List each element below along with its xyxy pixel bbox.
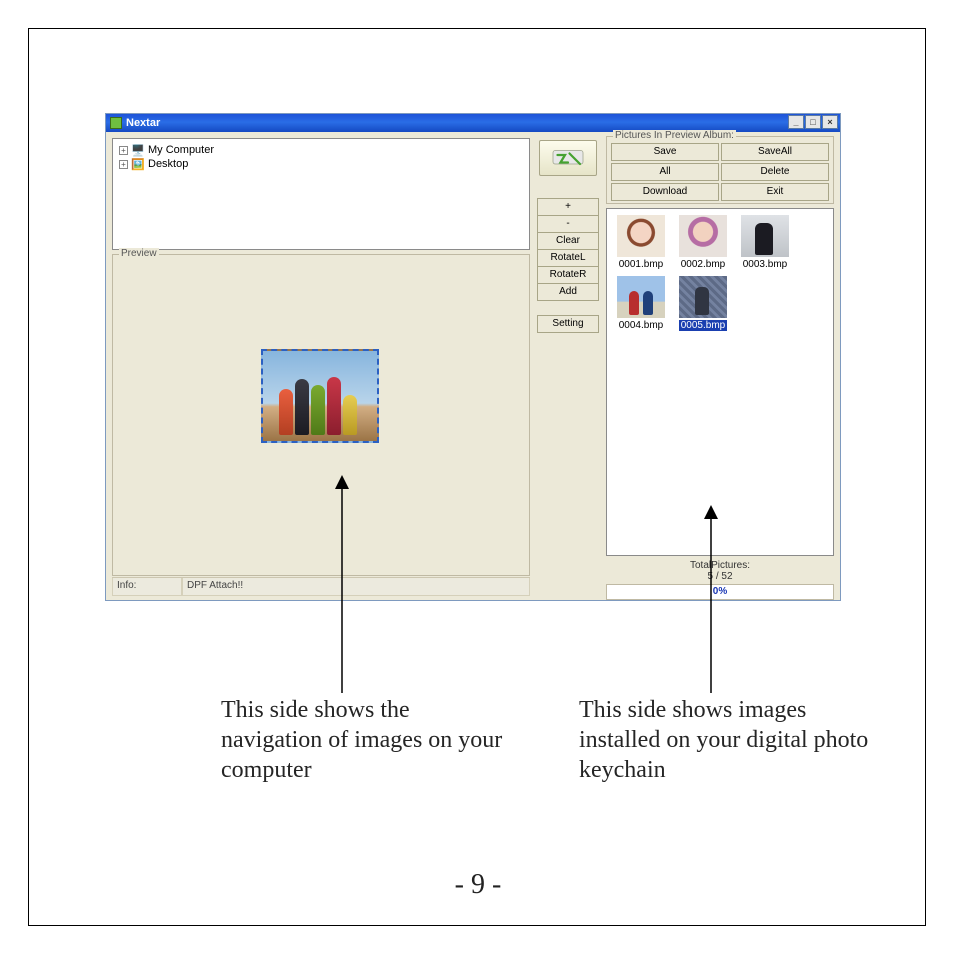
folder-tree[interactable]: + 🖥️ My Computer + 🖼️ Desktop xyxy=(112,138,530,250)
preview-panel: Preview xyxy=(112,254,530,576)
maximize-button[interactable]: □ xyxy=(805,115,821,129)
desktop-icon: 🖼️ xyxy=(131,158,145,170)
device-icon xyxy=(550,146,586,170)
thumbnail-image xyxy=(617,276,665,318)
thumbnail-image xyxy=(679,276,727,318)
rotate-left-button[interactable]: RotateL xyxy=(537,249,599,267)
thumbnail-label: 0002.bmp xyxy=(681,259,725,270)
thumbnail[interactable]: 0001.bmp xyxy=(613,215,669,270)
thumbnail-label: 0005.bmp xyxy=(679,320,727,331)
setting-button[interactable]: Setting xyxy=(537,315,599,333)
connect-device-button[interactable] xyxy=(539,140,597,176)
app-window: Nextar _ □ × + 🖥️ My Computer + 🖼️ Deskt… xyxy=(105,113,841,601)
album-controls: Pictures In Preview Album: Save SaveAll … xyxy=(606,136,834,204)
tree-item-my-computer[interactable]: + 🖥️ My Computer xyxy=(117,143,525,157)
thumbnail-image xyxy=(679,215,727,257)
window-title: Nextar xyxy=(126,117,160,129)
status-bar: Info: DPF Attach!! xyxy=(112,577,530,596)
clear-button[interactable]: Clear xyxy=(537,232,599,250)
save-all-button[interactable]: SaveAll xyxy=(721,143,829,161)
preview-figure xyxy=(295,379,309,435)
delete-button[interactable]: Delete xyxy=(721,163,829,181)
status-label: Info: xyxy=(112,578,182,596)
thumbnail-label: 0004.bmp xyxy=(619,320,663,331)
tree-item-label: My Computer xyxy=(148,144,214,156)
expand-icon[interactable]: + xyxy=(119,160,128,169)
progress-bar: 0% xyxy=(606,584,834,600)
thumbnail[interactable]: 0003.bmp xyxy=(737,215,793,270)
preview-image[interactable] xyxy=(261,349,379,443)
zoom-in-button[interactable]: + xyxy=(537,198,599,216)
status-text: DPF Attach!! xyxy=(182,578,530,596)
center-toolbar: + - Clear RotateL RotateR Add Setting xyxy=(536,138,600,333)
preview-figure xyxy=(327,377,341,435)
window-controls: _ □ × xyxy=(788,115,838,129)
computer-icon: 🖥️ xyxy=(131,144,145,156)
preview-label: Preview xyxy=(119,248,159,259)
expand-icon[interactable]: + xyxy=(119,146,128,155)
thumbnail-grid: 0001.bmp 0002.bmp 0003.bmp 0004.bmp 0005… xyxy=(613,215,827,331)
zoom-out-button[interactable]: - xyxy=(537,215,599,233)
page-frame: Nextar _ □ × + 🖥️ My Computer + 🖼️ Deskt… xyxy=(28,28,926,926)
add-button[interactable]: Add xyxy=(537,283,599,301)
thumbnail-selected[interactable]: 0005.bmp xyxy=(675,276,731,331)
save-button[interactable]: Save xyxy=(611,143,719,161)
close-button[interactable]: × xyxy=(822,115,838,129)
thumbnail-label: 0001.bmp xyxy=(619,259,663,270)
thumbnail[interactable]: 0002.bmp xyxy=(675,215,731,270)
thumbnail-label: 0003.bmp xyxy=(743,259,787,270)
total-value: 5 / 52 xyxy=(606,571,834,582)
app-icon xyxy=(110,117,122,129)
thumbnail-image xyxy=(741,215,789,257)
total-pictures: TotalPictures: 5 / 52 xyxy=(606,560,834,582)
tree-item-label: Desktop xyxy=(148,158,188,170)
rotate-right-button[interactable]: RotateR xyxy=(537,266,599,284)
total-label: TotalPictures: xyxy=(606,560,834,571)
all-button[interactable]: All xyxy=(611,163,719,181)
preview-figure xyxy=(311,385,325,435)
preview-figure xyxy=(279,389,293,435)
album-label: Pictures In Preview Album: xyxy=(613,130,736,141)
thumbnail-image xyxy=(617,215,665,257)
minimize-button[interactable]: _ xyxy=(788,115,804,129)
progress-text: 0% xyxy=(713,586,727,597)
tree-item-desktop[interactable]: + 🖼️ Desktop xyxy=(117,157,525,171)
thumbnail-panel[interactable]: 0001.bmp 0002.bmp 0003.bmp 0004.bmp 0005… xyxy=(606,208,834,556)
annotation-left: This side shows the navigation of images… xyxy=(221,695,511,785)
download-button[interactable]: Download xyxy=(611,183,719,201)
annotation-right: This side shows images installed on your… xyxy=(579,695,869,785)
exit-button[interactable]: Exit xyxy=(721,183,829,201)
thumbnail[interactable]: 0004.bmp xyxy=(613,276,669,331)
page-number: - 9 - xyxy=(29,869,927,901)
preview-figure xyxy=(343,395,357,435)
